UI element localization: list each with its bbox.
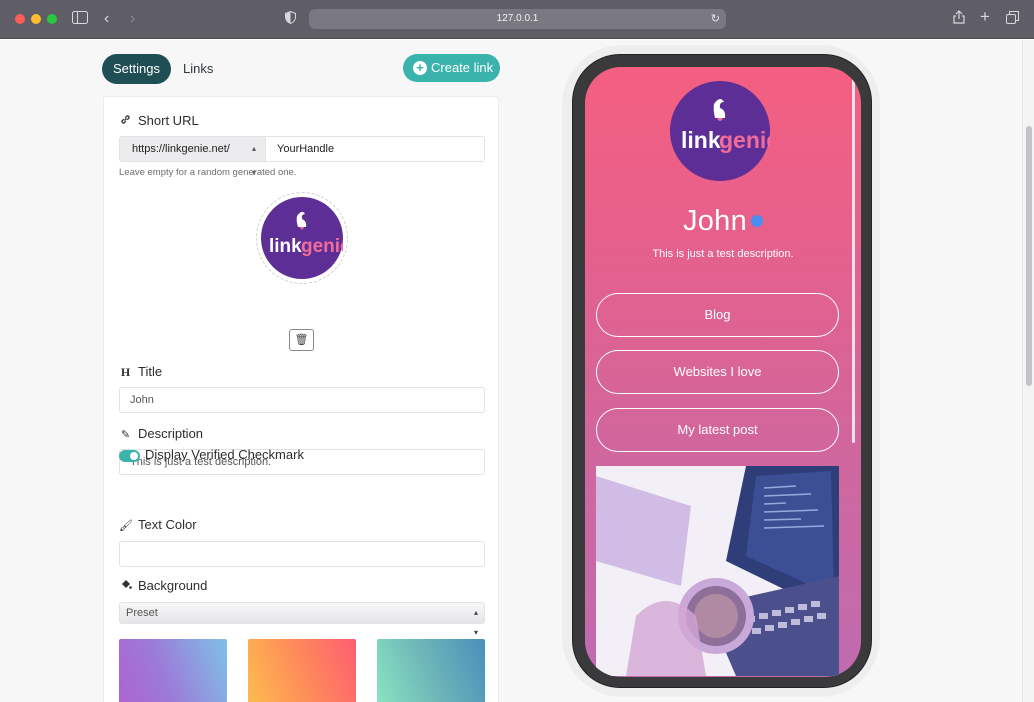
trash-icon: 🗑 <box>294 334 309 346</box>
heading-icon: H <box>120 365 131 379</box>
minimize-window-button[interactable] <box>31 14 41 24</box>
preview-link-button[interactable]: Blog <box>596 293 839 337</box>
address-text: 127.0.0.1 <box>496 13 539 24</box>
delete-avatar-button[interactable]: 🗑 <box>289 329 314 351</box>
avatar-upload[interactable]: link genie <box>256 192 351 284</box>
title-label: H Title <box>120 364 163 379</box>
text-color-input[interactable] <box>119 541 485 567</box>
preview-name: John <box>585 205 861 238</box>
svg-text:link: link <box>681 127 721 153</box>
reload-icon[interactable]: ↻ <box>711 9 720 29</box>
short-url-label: Short URL <box>119 112 199 130</box>
new-tab-icon[interactable]: + <box>980 8 990 26</box>
create-link-button[interactable]: + Create link <box>403 54 500 82</box>
background-swatch-orange[interactable] <box>248 639 356 702</box>
domain-select[interactable]: https://linkgenie.net/ ▴ ▾ <box>120 137 266 177</box>
brush-icon: 🖌 <box>119 520 133 532</box>
verified-toggle[interactable] <box>119 450 140 462</box>
preview-link-button[interactable]: My latest post <box>596 408 839 452</box>
page-scrollbar-thumb[interactable] <box>1026 126 1032 386</box>
preview-avatar: link genie <box>670 81 779 181</box>
phone-screen: link genie John This is just a test desc… <box>585 67 861 677</box>
tab-settings[interactable]: Settings <box>102 54 171 84</box>
settings-card: Short URL https://linkgenie.net/ ▴ ▾ Your… <box>103 96 499 702</box>
text-color-label: 🖌 Text Color <box>119 516 197 534</box>
background-select[interactable]: Preset ▴ ▾ <box>119 602 485 637</box>
phone-preview: link genie John This is just a test desc… <box>572 54 872 688</box>
svg-text:genie: genie <box>719 127 770 153</box>
preview-scrollbar[interactable] <box>852 79 855 443</box>
maximize-window-button[interactable] <box>47 14 57 24</box>
linkgenie-logo: link genie <box>269 211 351 257</box>
paint-bucket-icon <box>119 578 132 596</box>
back-icon[interactable]: ‹ <box>104 10 109 28</box>
share-icon[interactable] <box>953 10 965 28</box>
address-bar[interactable]: 127.0.0.1 ↻ <box>309 9 726 29</box>
select-arrows-icon: ▴ ▾ <box>473 608 478 637</box>
plus-circle-icon: + <box>413 61 427 75</box>
close-window-button[interactable] <box>15 14 25 24</box>
svg-text:link: link <box>269 236 302 257</box>
forward-icon[interactable]: › <box>130 10 135 28</box>
laptop-coffee-photo <box>596 466 839 676</box>
svg-text:genie: genie <box>301 236 343 257</box>
title-input[interactable]: John <box>119 387 485 413</box>
description-label: ✎ Description <box>119 425 203 443</box>
short-url-hint: Leave empty for a random generated one. <box>119 167 297 178</box>
sidebar-toggle-icon[interactable] <box>72 10 88 28</box>
background-swatch-teal[interactable] <box>377 639 485 702</box>
background-label: Background <box>119 577 207 595</box>
preview-embedded-image <box>596 466 839 676</box>
short-url-field: https://linkgenie.net/ ▴ ▾ YourHandle <box>119 136 485 177</box>
tab-links[interactable]: Links <box>183 54 213 84</box>
tab-overview-icon[interactable] <box>1006 10 1019 28</box>
pen-icon: ✎ <box>120 429 131 441</box>
page-scrollbar[interactable] <box>1022 40 1034 702</box>
preview-description: This is just a test description. <box>652 248 794 260</box>
avatar: link genie <box>261 197 351 279</box>
verified-label: Display Verified Checkmark <box>145 447 304 462</box>
handle-input[interactable]: YourHandle <box>277 137 334 161</box>
browser-toolbar: ‹ › 127.0.0.1 ↻ + <box>0 0 1034 39</box>
privacy-shield-icon[interactable] <box>285 10 296 28</box>
page-content: Settings Links + Create link Short URL h… <box>0 40 1022 702</box>
verified-badge-icon <box>751 215 764 227</box>
background-swatch-purple[interactable] <box>119 639 227 702</box>
link-icon <box>119 113 132 131</box>
create-link-label: Create link <box>431 60 494 75</box>
preview-link-button[interactable]: Websites I love <box>596 350 839 394</box>
linkgenie-logo: link genie <box>681 98 779 153</box>
